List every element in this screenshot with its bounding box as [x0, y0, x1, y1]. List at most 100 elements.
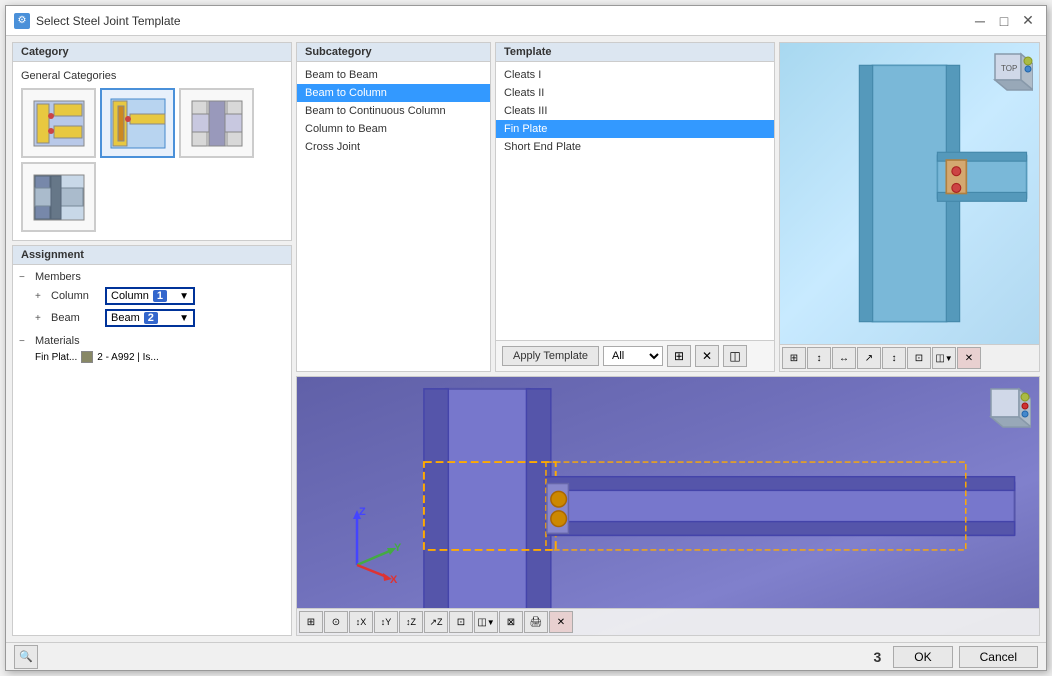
template-cleats-3[interactable]: Cleats III — [496, 102, 774, 120]
beam-cross-svg — [29, 170, 89, 225]
vp-btn-eye[interactable]: ⊙ — [324, 611, 348, 633]
subcategory-list: Beam to Beam Beam to Column Beam to Cont… — [297, 62, 490, 160]
category-icon-2[interactable] — [100, 88, 175, 158]
cube-navigator-main[interactable] — [979, 385, 1031, 437]
subcategory-item-beam-column[interactable]: Beam to Column — [297, 84, 490, 102]
beam-value: Beam — [111, 312, 140, 324]
bottom-bar: 🔍 3 OK Cancel — [6, 642, 1046, 670]
main-viewport-toolbar: ⊞ ⊙ ↕X ↕Y ↕Z ↗Z ⊡ ◫▼ ⊠ 🖨 ✕ — [297, 608, 1039, 635]
beam-tee-svg — [187, 96, 247, 151]
vp-btn-y[interactable]: ↕Y — [374, 611, 398, 633]
close-button[interactable]: ✕ — [1018, 11, 1038, 31]
column-expand-icon[interactable]: + — [35, 291, 47, 302]
status-number: 3 — [874, 649, 882, 665]
template-icon-btn-2[interactable]: ✕ — [695, 345, 719, 367]
search-button[interactable]: 🔍 — [14, 645, 38, 669]
members-label: Members — [35, 271, 85, 283]
category-icons-grid — [21, 88, 283, 232]
top-3d-btn-4[interactable]: ↗ — [857, 347, 881, 369]
subcategory-item-beam-beam[interactable]: Beam to Beam — [297, 66, 490, 84]
svg-text:TOP: TOP — [1001, 64, 1017, 73]
category-header: Category — [13, 43, 291, 62]
fin-plate-label: Fin Plat... — [35, 352, 77, 363]
template-icon-btn-1[interactable]: ⊞ — [667, 345, 691, 367]
template-list: Cleats I Cleats II Cleats III Fin Plate … — [496, 62, 774, 340]
materials-expand-icon[interactable]: − — [19, 336, 31, 347]
top-3d-btn-1[interactable]: ⊞ — [782, 347, 806, 369]
main-window: ⚙ Select Steel Joint Template ─ □ ✕ Cate… — [5, 5, 1047, 671]
cube-navigator-top[interactable]: TOP — [983, 49, 1033, 99]
category-icon-4[interactable] — [21, 162, 96, 232]
main-3d-viewport[interactable]: Z Y X — [296, 376, 1040, 636]
svg-text:X: X — [390, 574, 398, 585]
members-expand-icon[interactable]: − — [19, 272, 31, 283]
subcategory-item-column-beam[interactable]: Column to Beam — [297, 120, 490, 138]
template-bottom-bar: Apply Template All Active ⊞ ✕ ◫ — [496, 340, 774, 371]
cube-nav-main-svg — [979, 385, 1031, 437]
category-icon-3[interactable] — [179, 88, 254, 158]
top-3d-btn-8[interactable]: ✕ — [957, 347, 981, 369]
vp-btn-rotate-z[interactable]: ↗Z — [424, 611, 448, 633]
vp-btn-grid[interactable]: ⊡ — [449, 611, 473, 633]
materials-label: Materials — [35, 335, 85, 347]
svg-text:Z: Z — [359, 506, 366, 518]
material-items: Fin Plat... 2 - A992 | Is... — [15, 349, 289, 365]
delete-icon: ✕ — [702, 349, 712, 363]
app-icon: ⚙ — [14, 13, 30, 29]
window-title: Select Steel Joint Template — [36, 14, 181, 28]
template-fin-plate[interactable]: Fin Plate — [496, 120, 774, 138]
layers-dropdown-arrow: ▼ — [945, 354, 953, 363]
category-icon-1[interactable] — [21, 88, 96, 158]
column-value: Column — [111, 290, 149, 302]
vp-btn-frame[interactable]: ⊠ — [499, 611, 523, 633]
ok-button[interactable]: OK — [893, 646, 952, 668]
beam-dropdown[interactable]: Beam 2 ▼ — [105, 309, 195, 327]
subcategory-header: Subcategory — [297, 43, 490, 62]
column-row: + Column Column 1 ▼ — [31, 285, 289, 307]
column-dropdown-arrow: ▼ — [179, 291, 189, 302]
vp-btn-x[interactable]: ↕X — [349, 611, 373, 633]
beam-label: Beam — [51, 312, 101, 324]
members-row[interactable]: − Members — [15, 269, 289, 285]
bottom-left: 🔍 — [14, 645, 38, 669]
top-3d-toolbar: ⊞ ↕ ↔ ↗ ↕ ⊡ ◫ ▼ ✕ — [780, 344, 1039, 371]
minimize-button[interactable]: ─ — [970, 11, 990, 31]
vp-btn-z[interactable]: ↕Z — [399, 611, 423, 633]
column-dropdown[interactable]: Column 1 ▼ — [105, 287, 195, 305]
template-cleats-2[interactable]: Cleats II — [496, 84, 774, 102]
fin-plate-material-row: Fin Plat... 2 - A992 | Is... — [31, 349, 289, 365]
template-cleats-1[interactable]: Cleats I — [496, 66, 774, 84]
apply-template-button[interactable]: Apply Template — [502, 346, 599, 366]
coordinate-axes-svg: Z Y X — [327, 505, 407, 585]
main-content: Category General Categories — [6, 36, 1046, 642]
cancel-button[interactable]: Cancel — [959, 646, 1038, 668]
template-filter-select[interactable]: All Active — [603, 346, 663, 366]
subcategory-item-cross-joint[interactable]: Cross Joint — [297, 138, 490, 156]
copy-icon: ◫ — [729, 349, 740, 363]
materials-row[interactable]: − Materials — [15, 333, 289, 349]
template-header: Template — [496, 43, 774, 62]
vp-btn-print[interactable]: 🖨 — [524, 611, 548, 633]
vp-btn-close[interactable]: ✕ — [549, 611, 573, 633]
top-3d-viewport[interactable]: TOP — [780, 43, 1039, 344]
top-3d-btn-3[interactable]: ↔ — [832, 347, 856, 369]
maximize-button[interactable]: □ — [994, 11, 1014, 31]
template-icon-btn-3[interactable]: ◫ — [723, 345, 747, 367]
vp-btn-layers[interactable]: ◫▼ — [474, 611, 498, 633]
top-3d-btn-6[interactable]: ⊡ — [907, 347, 931, 369]
assignment-header: Assignment — [13, 246, 291, 265]
main-3d-scene-svg — [297, 377, 1039, 635]
top-3d-btn-2[interactable]: ↕ — [807, 347, 831, 369]
top-3d-btn-5[interactable]: ↕ — [882, 347, 906, 369]
beam-expand-icon[interactable]: + — [35, 313, 47, 324]
subcategory-item-beam-cont-column[interactable]: Beam to Continuous Column — [297, 102, 490, 120]
column-num-badge: 1 — [153, 290, 167, 302]
vp-btn-orient[interactable]: ⊞ — [299, 611, 323, 633]
top-3d-btn-7[interactable]: ◫ ▼ — [932, 347, 956, 369]
filter-icon: ⊞ — [674, 349, 684, 363]
category-section: Category General Categories — [12, 42, 292, 241]
ok-cancel-buttons: OK Cancel — [893, 646, 1038, 668]
assignment-section: Assignment − Members + Column Column — [12, 245, 292, 636]
right-area: Subcategory Beam to Beam Beam to Column … — [296, 42, 1040, 636]
template-short-end-plate[interactable]: Short End Plate — [496, 138, 774, 156]
